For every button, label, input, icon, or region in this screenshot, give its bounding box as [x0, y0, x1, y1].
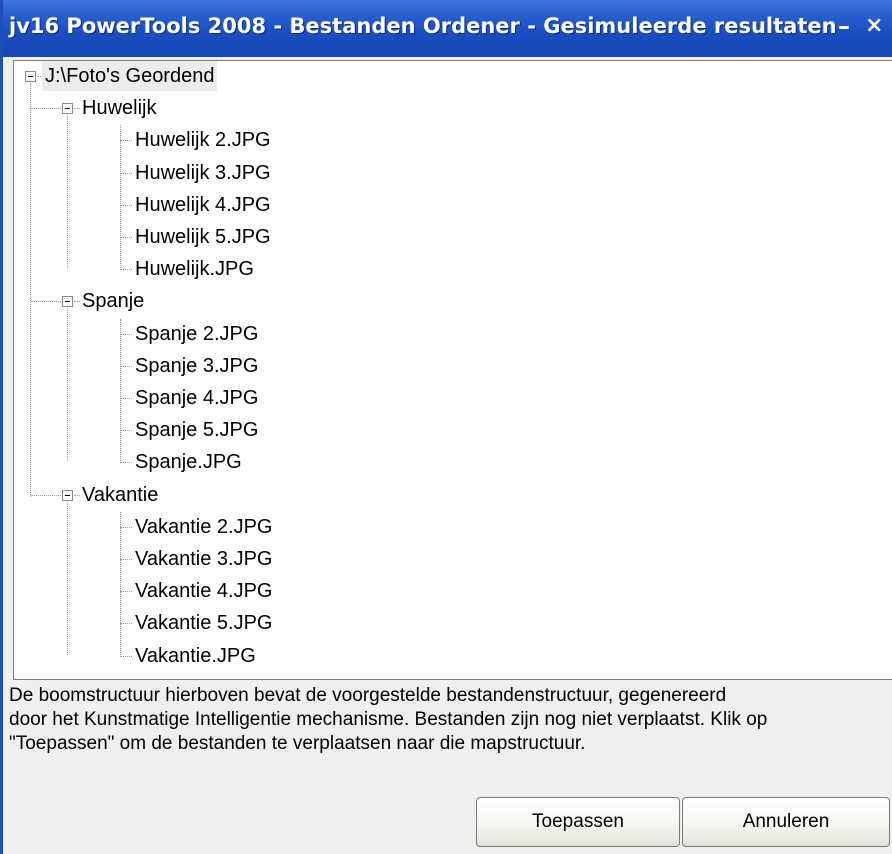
tree-file-node[interactable]: Spanje 4.JPG [135, 383, 258, 413]
tree-file-node[interactable]: Huwelijk 4.JPG [135, 190, 271, 220]
collapse-folder-icon[interactable] [62, 489, 73, 501]
tree-file-node[interactable]: Spanje 5.JPG [135, 415, 258, 445]
collapse-root-icon[interactable] [25, 71, 36, 82]
tree-file-node[interactable]: Huwelijk.JPG [135, 254, 254, 284]
tree-root-node[interactable]: J:\Foto's Geordend [42, 61, 218, 91]
tree-file-node[interactable]: Huwelijk 5.JPG [135, 222, 271, 252]
tree-file-node[interactable]: Spanje 3.JPG [135, 351, 258, 381]
tree-file-node[interactable]: Vakantie 3.JPG [135, 544, 272, 574]
tree-file-node[interactable]: Huwelijk 2.JPG [135, 125, 271, 155]
tree-file-node[interactable]: Spanje 2.JPG [135, 319, 258, 349]
window-title: jv16 PowerTools 2008 - Bestanden Ordener… [9, 14, 837, 38]
info-description: De boomstructuur hierboven bevat de voor… [9, 684, 891, 756]
tree-folder-node[interactable]: Vakantie [82, 480, 158, 510]
collapse-folder-icon[interactable] [62, 296, 73, 308]
description-line: De boomstructuur hierboven bevat de voor… [9, 685, 727, 706]
apply-button[interactable]: Toepassen [476, 797, 680, 847]
collapse-folder-icon[interactable] [62, 103, 73, 115]
tree-folder-node[interactable]: Huwelijk [82, 93, 156, 123]
close-icon[interactable]: × [865, 13, 883, 39]
description-line: door het Kunstmatige Intelligentie mecha… [9, 709, 768, 730]
dialog-window: jv16 PowerTools 2008 - Bestanden Ordener… [0, 0, 892, 854]
tree-file-node[interactable]: Vakantie 5.JPG [135, 608, 272, 638]
tree-file-node[interactable]: Huwelijk 3.JPG [135, 158, 271, 188]
tree-folder-node[interactable]: Spanje [82, 286, 144, 316]
tree-file-node[interactable]: Spanje.JPG [135, 447, 242, 477]
title-bar[interactable]: jv16 PowerTools 2008 - Bestanden Ordener… [3, 0, 892, 57]
tree-file-node[interactable]: Vakantie 2.JPG [135, 512, 272, 542]
cancel-button[interactable]: Annuleren [682, 797, 890, 847]
minimize-icon[interactable]: – [838, 13, 850, 39]
description-line: "Toepassen" om de bestanden te verplaats… [9, 733, 586, 754]
tree-file-node[interactable]: Vakantie.JPG [135, 641, 256, 671]
tree-file-node[interactable]: Vakantie 4.JPG [135, 576, 272, 606]
folder-tree-view[interactable]: J:\Foto's Geordend Huwelijk Huwelijk 2.JP… [13, 60, 892, 680]
